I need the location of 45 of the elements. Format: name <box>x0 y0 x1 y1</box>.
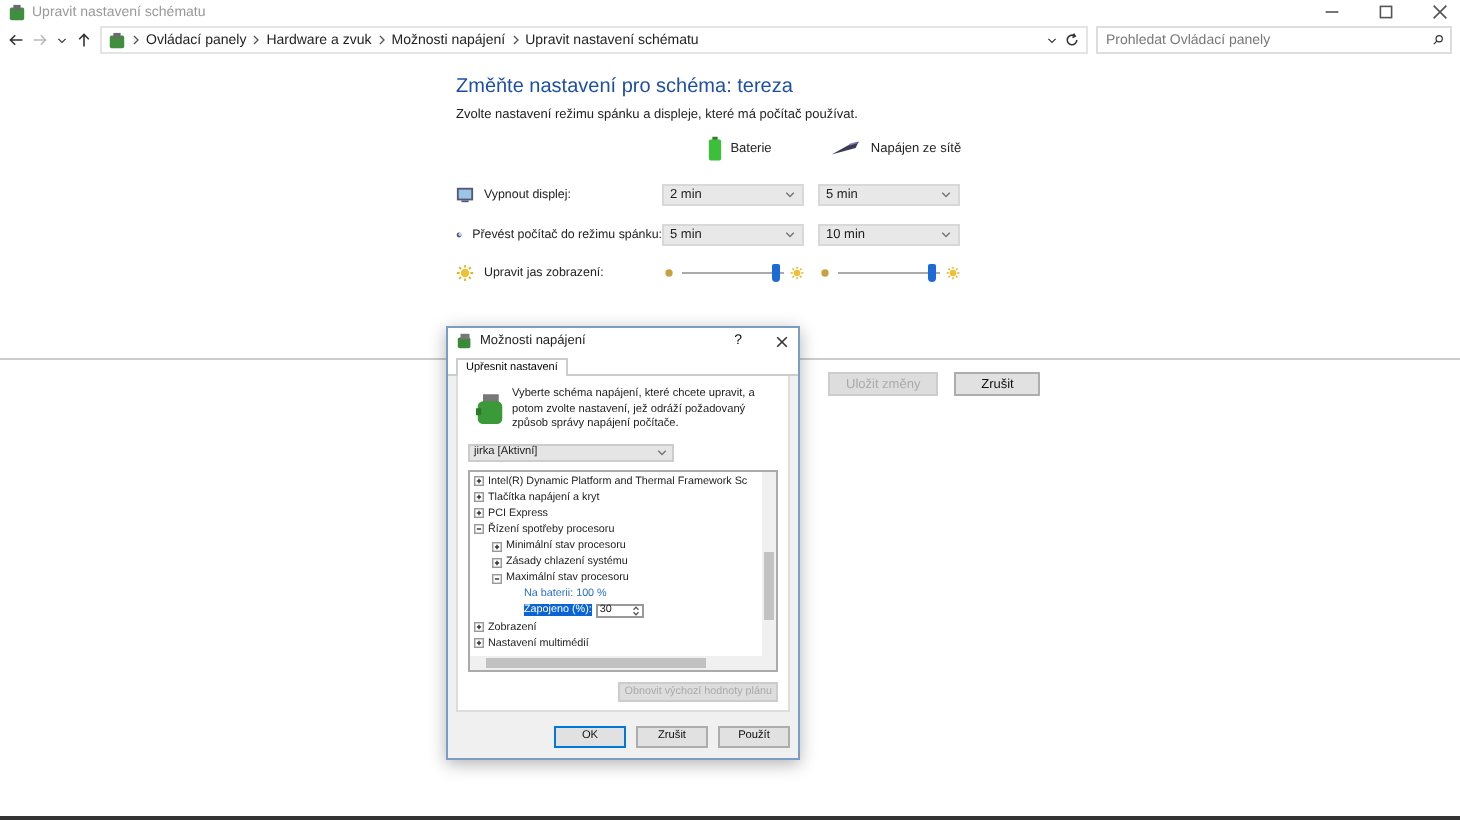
slider-thumb[interactable] <box>927 264 936 282</box>
vertical-scrollbar[interactable] <box>762 471 776 656</box>
dropdown-caret-icon <box>784 190 796 200</box>
expand-icon[interactable] <box>492 541 502 552</box>
bright-sun-icon <box>946 266 960 280</box>
back-arrow-icon[interactable] <box>8 32 24 48</box>
chevron-icon <box>132 34 140 46</box>
dropdown-caret-icon <box>940 190 952 200</box>
dropdown-caret-icon <box>940 230 952 240</box>
power-plan-icon <box>476 394 504 426</box>
chevron-icon <box>377 34 386 46</box>
close-icon[interactable] <box>774 333 790 349</box>
search-icon <box>1432 34 1444 46</box>
bright-sun-icon <box>790 266 804 280</box>
expand-icon[interactable] <box>474 476 484 487</box>
spin-arrows-icon <box>631 605 640 616</box>
expand-icon[interactable] <box>474 492 484 503</box>
refresh-icon[interactable] <box>1064 32 1080 48</box>
up-arrow-icon[interactable] <box>76 32 92 48</box>
recent-caret-icon[interactable] <box>56 34 68 46</box>
dim-sun-icon <box>818 266 832 280</box>
dim-sun-icon <box>662 266 676 280</box>
dropdown-caret-icon[interactable] <box>1046 34 1058 46</box>
dropdown-caret-icon <box>784 230 796 240</box>
expand-icon[interactable] <box>474 622 484 633</box>
collapse-icon[interactable] <box>492 573 502 584</box>
page-heading: Změňte nastavení pro schéma: tereza <box>456 76 795 98</box>
horizontal-scrollbar[interactable] <box>468 655 778 672</box>
slider-thumb[interactable] <box>771 264 780 282</box>
chevron-icon <box>511 34 520 46</box>
expand-icon[interactable] <box>492 557 502 568</box>
expand-icon[interactable] <box>474 508 484 519</box>
maximize-icon[interactable] <box>1378 4 1394 20</box>
sun-icon <box>456 264 474 282</box>
collapse-icon[interactable] <box>474 524 484 535</box>
close-icon[interactable] <box>1432 4 1448 20</box>
chevron-icon <box>252 34 261 46</box>
battery-icon <box>708 135 723 161</box>
power-plug-icon <box>830 140 863 156</box>
expand-icon[interactable] <box>474 638 484 649</box>
dropdown-caret-icon <box>656 447 668 458</box>
control-panel-icon <box>8 3 26 21</box>
monitor-icon <box>456 186 474 204</box>
power-options-icon <box>456 332 474 350</box>
control-panel-icon <box>108 31 126 49</box>
